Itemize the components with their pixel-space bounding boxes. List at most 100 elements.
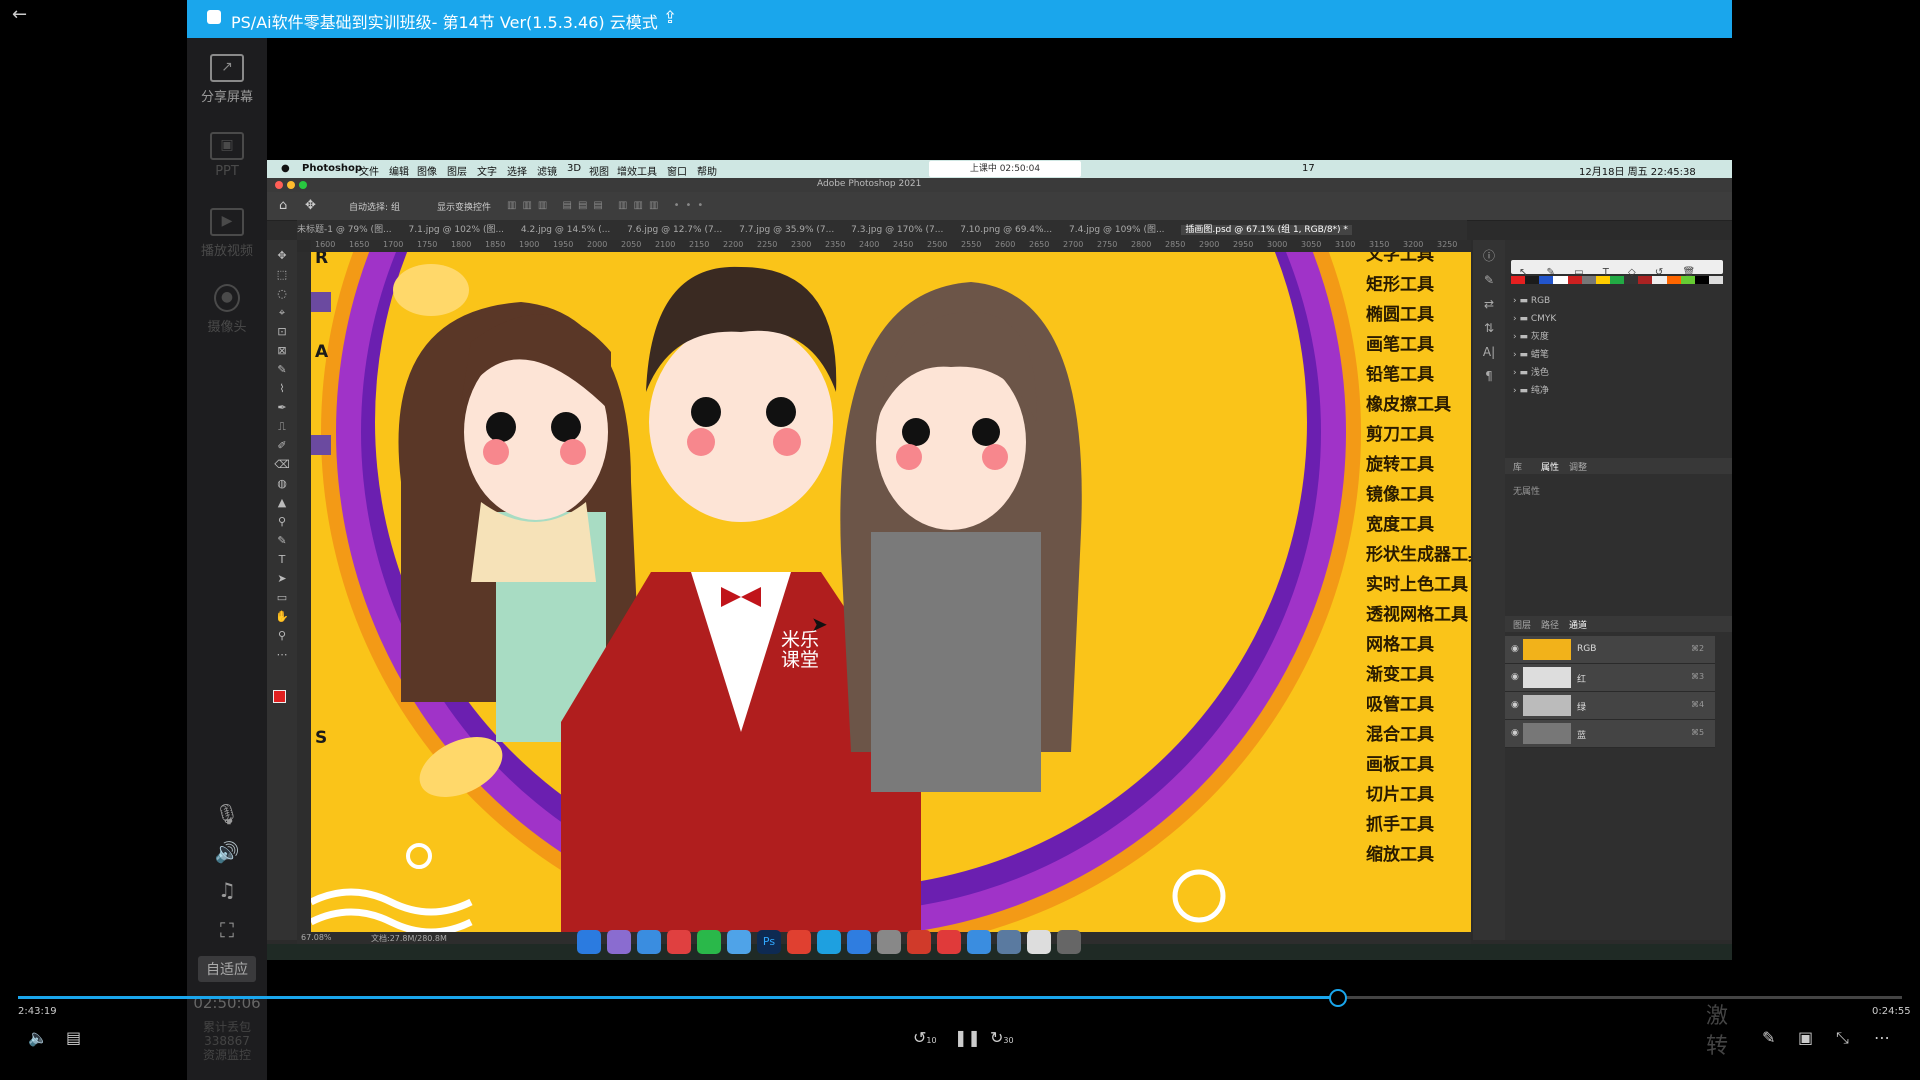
tab-paths[interactable]: 路径 (1541, 618, 1559, 631)
panel-icons[interactable]: ⓘ ✎ ⇄ ⇅ A| ¶ (1473, 240, 1505, 388)
swatch-toolbar[interactable]: ↖ ✎ ▭ T ◇ ↺ 🗑 (1511, 260, 1723, 278)
menu-filter[interactable]: 滤镜 (537, 163, 557, 178)
apple-icon[interactable]: ● (281, 163, 290, 174)
eye-icon[interactable]: ◉ (1511, 700, 1519, 710)
swatch-folder[interactable]: › ▬ CMYK (1513, 310, 1713, 328)
tab-layers[interactable]: 图层 (1513, 618, 1531, 631)
move-tool-icon[interactable]: ✥ (305, 198, 316, 213)
channel-row[interactable]: ◉ 蓝 ⌘5 (1505, 720, 1715, 748)
channel-row[interactable]: ◉ RGB ⌘2 (1505, 636, 1715, 664)
color-swatch[interactable] (1638, 276, 1653, 284)
fullscreen-icon[interactable]: ⛶ (187, 918, 267, 942)
align-icons[interactable]: ▥▥▥ ▤▤▤ ▥▥▥ ••• (507, 200, 709, 211)
menu-type[interactable]: 文字 (477, 163, 497, 178)
exit-fullscreen-icon[interactable]: ⤡ (1836, 1028, 1849, 1048)
doc-tab-active[interactable]: 插画图.psd @ 67.1% (组 1, RGB/8*) * (1181, 225, 1352, 235)
eye-icon[interactable]: ◉ (1511, 644, 1519, 654)
qq-icon[interactable] (667, 930, 691, 954)
foreground-color-swatch[interactable] (273, 690, 286, 703)
pause-button[interactable]: ❚❚ (954, 1028, 981, 1047)
tab-libraries[interactable]: 库 (1513, 460, 1522, 473)
color-swatch[interactable] (1539, 276, 1554, 284)
doc-tab[interactable]: 7.10.png @ 69.4%... (960, 225, 1052, 235)
swatch-row[interactable] (1511, 276, 1724, 284)
transform-controls-label[interactable]: 显示变换控件 (437, 200, 491, 213)
swatch-folder[interactable]: › ▬ 蜡笔 (1513, 346, 1713, 364)
doc-tab[interactable]: 7.7.jpg @ 35.9% (7... (739, 225, 834, 235)
doc-tab[interactable]: 7.6.jpg @ 12.7% (7... (627, 225, 722, 235)
progress-handle[interactable] (1328, 989, 1347, 1007)
zoom-level[interactable]: 67.08% (301, 933, 332, 942)
menu-view[interactable]: 视图 (589, 163, 609, 178)
live-status-pill[interactable]: 上课中 02:50:04 (929, 161, 1081, 177)
app-icon[interactable] (817, 930, 841, 954)
doc-tab[interactable]: 未标题-1 @ 79% (图... (297, 225, 392, 235)
zoom-dot-icon[interactable] (299, 181, 307, 189)
ppt-button[interactable]: ▣ PPT (187, 132, 267, 179)
menu-3d[interactable]: 3D (567, 163, 581, 174)
color-swatch[interactable] (1708, 276, 1724, 284)
eye-icon[interactable]: ◉ (1511, 672, 1519, 682)
color-swatch[interactable] (1595, 276, 1610, 284)
auto-select-label[interactable]: 自动选择: (349, 200, 388, 213)
color-swatch[interactable] (1624, 276, 1639, 284)
back-button[interactable]: ← (12, 4, 27, 25)
tool-icons[interactable]: ✥ ⬚ ◌ ⌖ ⊡ ⊠ ✎ ⌇ ✒ ⎍ ✐ ⌫ ◍ ▲ ⚲ ✎ T ➤ ▭ ✋ ⚲ ⋯ (267, 240, 297, 664)
more-icon[interactable]: ⋯ (1874, 1028, 1890, 1047)
powerpoint-icon[interactable] (907, 930, 931, 954)
auto-select-mode[interactable]: 组 (391, 200, 400, 213)
menu-image[interactable]: 图像 (417, 163, 437, 178)
minimize-dot-icon[interactable] (287, 181, 295, 189)
xmind-icon[interactable] (787, 930, 811, 954)
speaker-icon[interactable]: 🔊 (187, 840, 267, 864)
appstore-icon[interactable] (847, 930, 871, 954)
share-screen-button[interactable]: ↗ 分享屏幕 (187, 54, 267, 105)
music-icon[interactable]: ♫ (187, 878, 267, 902)
color-swatch[interactable] (1694, 276, 1709, 284)
wechat-icon[interactable] (697, 930, 721, 954)
menu-file[interactable]: 文件 (359, 163, 379, 178)
color-swatch[interactable] (1525, 276, 1540, 284)
doc-tab[interactable]: 7.4.jpg @ 109% (图... (1069, 225, 1165, 235)
mic-muted-icon[interactable]: 🎙 (187, 802, 267, 826)
document-canvas[interactable]: R A S 米乐 课堂 ➤ 文字工具 矩形工具 椭圆工具 画笔工具 铅笔工具 橡… (311, 252, 1471, 932)
finder-icon[interactable] (577, 930, 601, 954)
pen-icon[interactable]: ✎ (1762, 1028, 1775, 1047)
swatch-folder[interactable]: › ▬ 浅色 (1513, 364, 1713, 382)
subtitle-icon[interactable]: ▤ (66, 1028, 81, 1047)
color-swatch[interactable] (1609, 276, 1625, 284)
doc-tab[interactable]: 4.2.jpg @ 14.5% (... (521, 225, 610, 235)
color-swatch[interactable] (1567, 276, 1582, 284)
swatch-folder[interactable]: › ▬ 灰度 (1513, 328, 1713, 346)
camera-button[interactable]: ● 摄像头 (187, 284, 267, 335)
color-swatch[interactable] (1511, 276, 1526, 284)
doc-tab[interactable]: 7.1.jpg @ 102% (图... (409, 225, 505, 235)
tab-channels[interactable]: 通道 (1569, 618, 1587, 631)
app-icon[interactable] (727, 930, 751, 954)
share-icon[interactable]: ⇪ (663, 8, 677, 28)
color-swatch[interactable] (1680, 276, 1695, 284)
menu-photoshop[interactable]: Photoshop (302, 163, 362, 174)
app-icon[interactable] (1027, 930, 1051, 954)
home-icon[interactable]: ⌂ (279, 198, 287, 213)
adapt-button[interactable]: 自适应 (187, 956, 267, 982)
photoshop-icon[interactable]: Ps (757, 930, 781, 954)
doc-tab[interactable]: 7.3.jpg @ 170% (7... (851, 225, 943, 235)
color-swatch[interactable] (1553, 276, 1568, 284)
swatch-folder[interactable]: › ▬ RGB (1513, 292, 1713, 310)
app-icon[interactable] (967, 930, 991, 954)
tab-adjustments[interactable]: 调整 (1569, 460, 1587, 473)
trash-icon[interactable] (1057, 930, 1081, 954)
menu-help[interactable]: 帮助 (697, 163, 717, 178)
safari-icon[interactable] (637, 930, 661, 954)
eye-icon[interactable]: ◉ (1511, 728, 1519, 738)
rewind-button[interactable]: ↺10 (913, 1028, 937, 1047)
color-swatch[interactable] (1666, 276, 1681, 284)
close-dot-icon[interactable] (275, 181, 283, 189)
color-swatch[interactable] (1581, 276, 1596, 284)
settings-icon[interactable] (877, 930, 901, 954)
menu-edit[interactable]: 编辑 (389, 163, 409, 178)
launchpad-icon[interactable] (607, 930, 631, 954)
pip-icon[interactable]: ▣ (1798, 1028, 1813, 1047)
netease-music-icon[interactable] (937, 930, 961, 954)
